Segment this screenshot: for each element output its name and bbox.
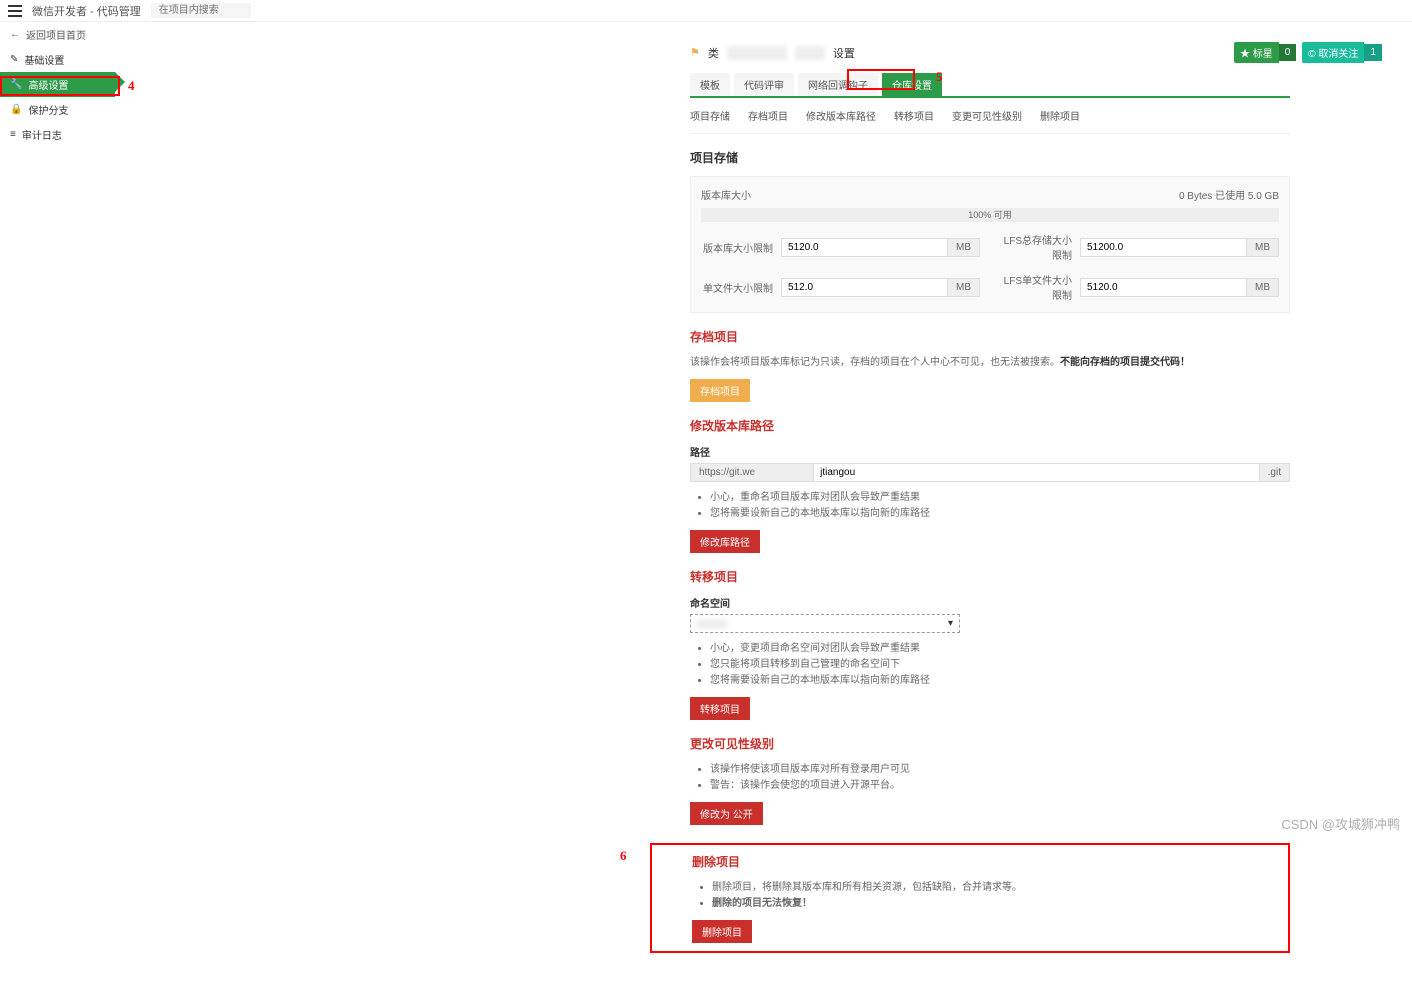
flag-icon: ⚑	[690, 46, 700, 59]
sidebar-item-advanced[interactable]: 🔧 高级设置	[0, 72, 115, 97]
subtab-path[interactable]: 修改版本库路径	[806, 108, 876, 123]
path-input[interactable]	[813, 463, 1260, 482]
storage-progress: 100% 可用	[701, 208, 1279, 222]
path-label: 路径	[690, 444, 1290, 459]
sidebar-back-label: 返回项目首页	[26, 27, 86, 42]
subtabs: 项目存储 存档项目 修改版本库路径 转移项目 变更可见性级别 删除项目	[690, 98, 1290, 134]
tab-repo-settings[interactable]: 仓库设置	[882, 73, 942, 96]
path-title: 修改版本库路径	[690, 417, 1290, 434]
edit-icon: ✎	[10, 54, 18, 65]
visibility-bullet: 该操作将使该项目版本库对所有登录用户可见	[710, 762, 1290, 778]
annotation-box-6: 删除项目 删除项目，将删除其版本库和所有相关资源，包括缺陷，合并请求等。 删除的…	[650, 843, 1290, 953]
file-limit-input[interactable]	[781, 278, 948, 297]
tab-webhook[interactable]: 网络回调钩子	[798, 73, 878, 96]
tab-template[interactable]: 模板	[690, 73, 730, 96]
title-blur	[795, 46, 825, 60]
tab-review[interactable]: 代码评审	[734, 73, 794, 96]
archive-note: 该操作会将项目版本库标记为只读，存档的项目在个人中心不可见，也无法被搜索。不能向…	[690, 355, 1290, 371]
title-suffix: 设置	[833, 45, 855, 61]
sidebar-item-basic[interactable]: ✎ 基础设置	[0, 47, 115, 72]
sidebar-item-label: 审计日志	[22, 127, 62, 142]
delete-button[interactable]: 删除项目	[692, 920, 752, 943]
subtab-delete[interactable]: 删除项目	[1040, 108, 1080, 123]
subtab-transfer[interactable]: 转移项目	[894, 108, 934, 123]
title-blur	[727, 46, 787, 60]
wrench-icon: 🔧	[10, 79, 22, 90]
lfs-total-input[interactable]	[1080, 238, 1247, 257]
repo-limit-label: 版本库大小限制	[701, 240, 781, 255]
path-bullet: 您将需要设新自己的本地版本库以指向新的库路径	[710, 506, 1290, 522]
visibility-button[interactable]: 修改为 公开	[690, 802, 763, 825]
transfer-bullet: 您只能将项目转移到自己管理的命名空间下	[710, 657, 1290, 673]
repo-limit-input[interactable]	[781, 238, 948, 257]
tabs: 模板 代码评审 网络回调钩子 仓库设置 5	[690, 73, 1290, 98]
sidebar-item-audit[interactable]: ≡ 审计日志	[0, 122, 115, 147]
unit-mb: MB	[948, 238, 980, 257]
transfer-bullet: 小心，变更项目命名空间对团队会导致严重结果	[710, 641, 1290, 657]
storage-size-value: 0 Bytes 已使用 5.0 GB	[1179, 187, 1279, 202]
watermark: CSDN @攻城狮冲鸭	[1281, 814, 1400, 833]
archive-title: 存档项目	[690, 328, 1290, 345]
visibility-title: 更改可见性级别	[690, 735, 1290, 752]
star-badge[interactable]: ★ 标星 0	[1234, 42, 1296, 63]
sidebar-item-label: 基础设置	[24, 52, 64, 67]
lfs-file-label: LFS单文件大小限制	[1000, 272, 1080, 302]
sidebar-back[interactable]: ← 返回项目首页	[0, 22, 115, 47]
delete-bullet: 删除的项目无法恢复！	[712, 896, 1252, 912]
unit-mb: MB	[1247, 238, 1279, 257]
visibility-bullet: 警告：该操作会使您的项目进入开源平台。	[710, 778, 1290, 794]
transfer-title: 转移项目	[690, 568, 1290, 585]
progress-text: 100% 可用	[701, 208, 1279, 222]
page-title: ⚑ 类 设置	[690, 45, 855, 61]
annotation-5: 5	[936, 69, 943, 85]
sidebar-item-label: 高级设置	[28, 77, 68, 92]
app-title: 微信开发者 - 代码管理	[32, 3, 141, 19]
unit-mb: MB	[1247, 278, 1279, 297]
chevron-down-icon: ▾	[948, 618, 953, 629]
subtab-visibility[interactable]: 变更可见性级别	[952, 108, 1022, 123]
path-button[interactable]: 修改库路径	[690, 530, 760, 553]
storage-title: 项目存储	[690, 149, 1290, 166]
subtab-storage[interactable]: 项目存储	[690, 108, 730, 123]
title-prefix: 类	[708, 45, 719, 61]
sidebar-item-protected[interactable]: 🔒 保护分支	[0, 97, 115, 122]
sidebar: ← 返回项目首页 ✎ 基础设置 🔧 高级设置 🔒 保护分支 ≡ 审计日志 4	[0, 22, 115, 983]
annotation-6: 6	[620, 848, 627, 864]
star-count: 0	[1279, 44, 1297, 61]
unit-mb: MB	[948, 278, 980, 297]
archive-button[interactable]: 存档项目	[690, 379, 750, 402]
path-suffix: .git	[1260, 463, 1290, 482]
follow-badge[interactable]: © 取消关注 1	[1302, 42, 1382, 63]
transfer-bullet: 您将需要设新自己的本地版本库以指向新的库路径	[710, 673, 1290, 689]
transfer-label: 命名空间	[690, 595, 1290, 610]
lfs-file-input[interactable]	[1080, 278, 1247, 297]
path-prefix: https://git.we	[690, 463, 813, 482]
path-bullet: 小心，重命名项目版本库对团队会导致严重结果	[710, 490, 1290, 506]
storage-size-label: 版本库大小	[701, 187, 751, 202]
hamburger-icon[interactable]	[8, 5, 22, 17]
follow-count: 1	[1364, 44, 1382, 61]
delete-title: 删除项目	[692, 853, 1252, 870]
lfs-total-label: LFS总存储大小限制	[1000, 232, 1080, 262]
search-input[interactable]	[151, 3, 251, 18]
file-limit-label: 单文件大小限制	[701, 280, 781, 295]
namespace-select[interactable]: ▾	[690, 614, 960, 633]
follow-label: © 取消关注	[1302, 42, 1364, 63]
sidebar-item-label: 保护分支	[28, 102, 68, 117]
star-label: ★ 标星	[1234, 42, 1279, 63]
delete-bullet: 删除项目，将删除其版本库和所有相关资源，包括缺陷，合并请求等。	[712, 880, 1252, 896]
lock-icon: 🔒	[10, 104, 22, 115]
transfer-button[interactable]: 转移项目	[690, 697, 750, 720]
list-icon: ≡	[10, 129, 16, 140]
arrow-left-icon: ←	[10, 29, 20, 40]
subtab-archive[interactable]: 存档项目	[748, 108, 788, 123]
